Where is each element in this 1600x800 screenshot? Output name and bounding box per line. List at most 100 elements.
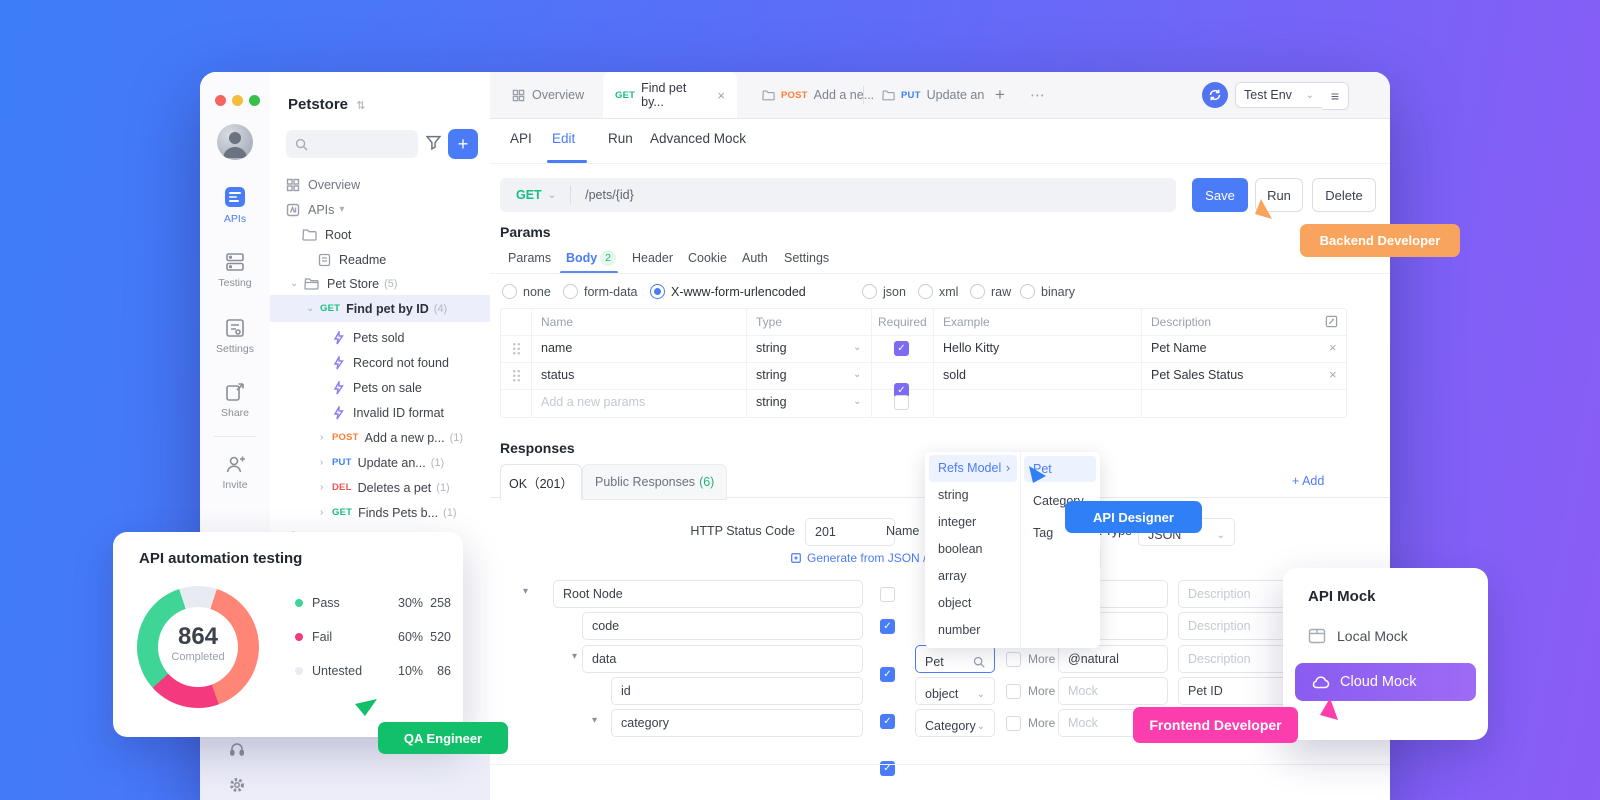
- close-window-icon[interactable]: [215, 95, 226, 106]
- close-icon[interactable]: ×: [717, 88, 725, 103]
- tab-run[interactable]: Run: [608, 131, 633, 146]
- tab-edit-active[interactable]: Edit: [552, 131, 575, 146]
- drag-handle[interactable]: [512, 342, 521, 355]
- preferences-button[interactable]: [228, 776, 246, 799]
- environment-select[interactable]: Test Env ⌄: [1235, 82, 1323, 108]
- body-type-json[interactable]: json: [862, 283, 906, 301]
- tab-header[interactable]: Header: [632, 251, 673, 265]
- add-response-link[interactable]: + Add: [1292, 474, 1324, 488]
- param-name[interactable]: status: [541, 368, 574, 382]
- collapse-arrow-icon[interactable]: ▾: [523, 586, 528, 597]
- schema-root-name-input[interactable]: [553, 580, 863, 608]
- dropdown-item-number[interactable]: number: [929, 617, 1017, 644]
- dropdown-item-integer[interactable]: integer: [929, 509, 1017, 536]
- required-checkbox[interactable]: [894, 341, 909, 356]
- sidebar-item-testing[interactable]: Testing: [200, 250, 270, 289]
- body-type-form-data[interactable]: form-data: [563, 283, 638, 301]
- param-example[interactable]: Hello Kitty: [943, 341, 999, 355]
- project-switcher[interactable]: Petstore ⇅: [288, 96, 365, 113]
- tree-item-find-pet-by-id[interactable]: ⌄ GET Find pet by ID (4): [270, 295, 526, 322]
- tab-advanced-mock[interactable]: Advanced Mock: [650, 131, 746, 146]
- tab-more-button[interactable]: ⋯: [1030, 72, 1045, 118]
- tree-item-overview[interactable]: Overview: [270, 172, 506, 197]
- tab-update-an[interactable]: PUT Update an: [872, 72, 994, 118]
- sync-button[interactable]: [1202, 82, 1228, 108]
- local-mock-item[interactable]: Local Mock: [1308, 628, 1408, 644]
- add-param-input[interactable]: Add a new params: [541, 395, 645, 409]
- filter-button[interactable]: [425, 134, 442, 156]
- more-checkbox[interactable]: [1006, 716, 1021, 731]
- help-button[interactable]: [228, 740, 246, 763]
- request-path[interactable]: /pets/{id}: [585, 188, 634, 202]
- schema-required-checkbox[interactable]: [880, 667, 895, 682]
- param-type-select[interactable]: string: [756, 395, 787, 409]
- collapse-arrow-icon[interactable]: ▾: [592, 715, 597, 726]
- dropdown-item-boolean[interactable]: boolean: [929, 536, 1017, 563]
- body-type-xml[interactable]: xml: [918, 283, 958, 301]
- param-description[interactable]: Pet Sales Status: [1151, 368, 1243, 382]
- minimize-window-icon[interactable]: [232, 95, 243, 106]
- schema-data-name-input[interactable]: [582, 645, 863, 673]
- schema-required-checkbox[interactable]: [880, 714, 895, 729]
- request-url-bar[interactable]: GET ⌄ /pets/{id}: [500, 178, 1176, 212]
- tab-cookie[interactable]: Cookie: [688, 251, 727, 265]
- schema-required-checkbox[interactable]: [880, 587, 895, 602]
- schema-mock-input[interactable]: [1058, 677, 1168, 705]
- tab-add-a-new[interactable]: POST Add a ne...: [752, 72, 884, 118]
- schema-mock-input[interactable]: [1058, 645, 1168, 673]
- schema-type-search-input[interactable]: Pet: [915, 645, 995, 673]
- param-example[interactable]: sold: [943, 368, 966, 382]
- avatar[interactable]: [217, 124, 253, 160]
- remove-row-icon[interactable]: ×: [1329, 340, 1337, 355]
- dropdown-item-refs-model[interactable]: Refs Model ›: [929, 455, 1017, 482]
- new-tab-button[interactable]: +: [995, 72, 1005, 118]
- sidebar-item-apis[interactable]: APIs: [200, 184, 270, 225]
- tree-item-apis[interactable]: APIs ▾: [270, 197, 506, 222]
- maximize-window-icon[interactable]: [249, 95, 260, 106]
- tab-api[interactable]: API: [510, 131, 532, 146]
- body-type-none[interactable]: none: [502, 283, 551, 301]
- dropdown-item-array[interactable]: array: [929, 563, 1017, 590]
- body-type-binary[interactable]: binary: [1020, 283, 1075, 301]
- sidebar-search-input[interactable]: [286, 130, 418, 158]
- method-select[interactable]: GET: [516, 188, 542, 202]
- body-type-raw[interactable]: raw: [970, 283, 1011, 301]
- more-label[interactable]: More: [1028, 684, 1055, 698]
- schema-code-name-input[interactable]: [582, 612, 863, 640]
- save-button[interactable]: Save: [1192, 178, 1248, 212]
- tab-find-pet-active[interactable]: GET Find pet by... ×: [603, 72, 737, 118]
- http-status-input[interactable]: [805, 518, 895, 546]
- schema-category-name-input[interactable]: [611, 709, 863, 737]
- param-type-select[interactable]: string: [756, 368, 787, 382]
- param-description[interactable]: Pet Name: [1151, 341, 1207, 355]
- more-label[interactable]: More: [1028, 716, 1055, 730]
- tab-overview[interactable]: Overview: [500, 72, 596, 118]
- tab-body-active[interactable]: Body: [566, 251, 597, 265]
- tab-auth[interactable]: Auth: [742, 251, 768, 265]
- body-type-urlencoded-selected[interactable]: X-www-form-urlencoded: [650, 283, 806, 301]
- delete-button[interactable]: Delete: [1312, 178, 1376, 212]
- tab-public-responses[interactable]: Public Responses (6): [582, 464, 727, 500]
- schema-required-checkbox[interactable]: [880, 619, 895, 634]
- tree-item-pet-store[interactable]: ⌄ Pet Store (5): [270, 271, 510, 296]
- sidebar-item-settings[interactable]: Settings: [200, 316, 270, 355]
- schema-type-select[interactable]: object ⌄: [915, 677, 995, 705]
- more-label[interactable]: More: [1028, 652, 1055, 666]
- required-checkbox[interactable]: [894, 395, 909, 410]
- schema-type-select[interactable]: Category ⌄: [915, 709, 995, 737]
- sidebar-item-invite[interactable]: Invite: [200, 452, 270, 491]
- param-type-select[interactable]: string: [756, 341, 787, 355]
- dropdown-item-object[interactable]: object: [929, 590, 1017, 617]
- tab-settings[interactable]: Settings: [784, 251, 829, 265]
- env-menu-button[interactable]: ≡: [1322, 82, 1349, 110]
- window-controls[interactable]: [215, 93, 266, 111]
- tab-ok-201-active[interactable]: OK（201）: [500, 464, 582, 500]
- add-api-button[interactable]: +: [448, 129, 478, 159]
- remove-row-icon[interactable]: ×: [1329, 367, 1337, 382]
- collapse-arrow-icon[interactable]: ▾: [572, 651, 577, 662]
- more-checkbox[interactable]: [1006, 652, 1021, 667]
- dropdown-item-string[interactable]: string: [929, 482, 1017, 509]
- drag-handle[interactable]: [512, 369, 521, 382]
- tree-item-root[interactable]: Root: [270, 222, 522, 247]
- edit-columns-icon[interactable]: [1325, 315, 1338, 328]
